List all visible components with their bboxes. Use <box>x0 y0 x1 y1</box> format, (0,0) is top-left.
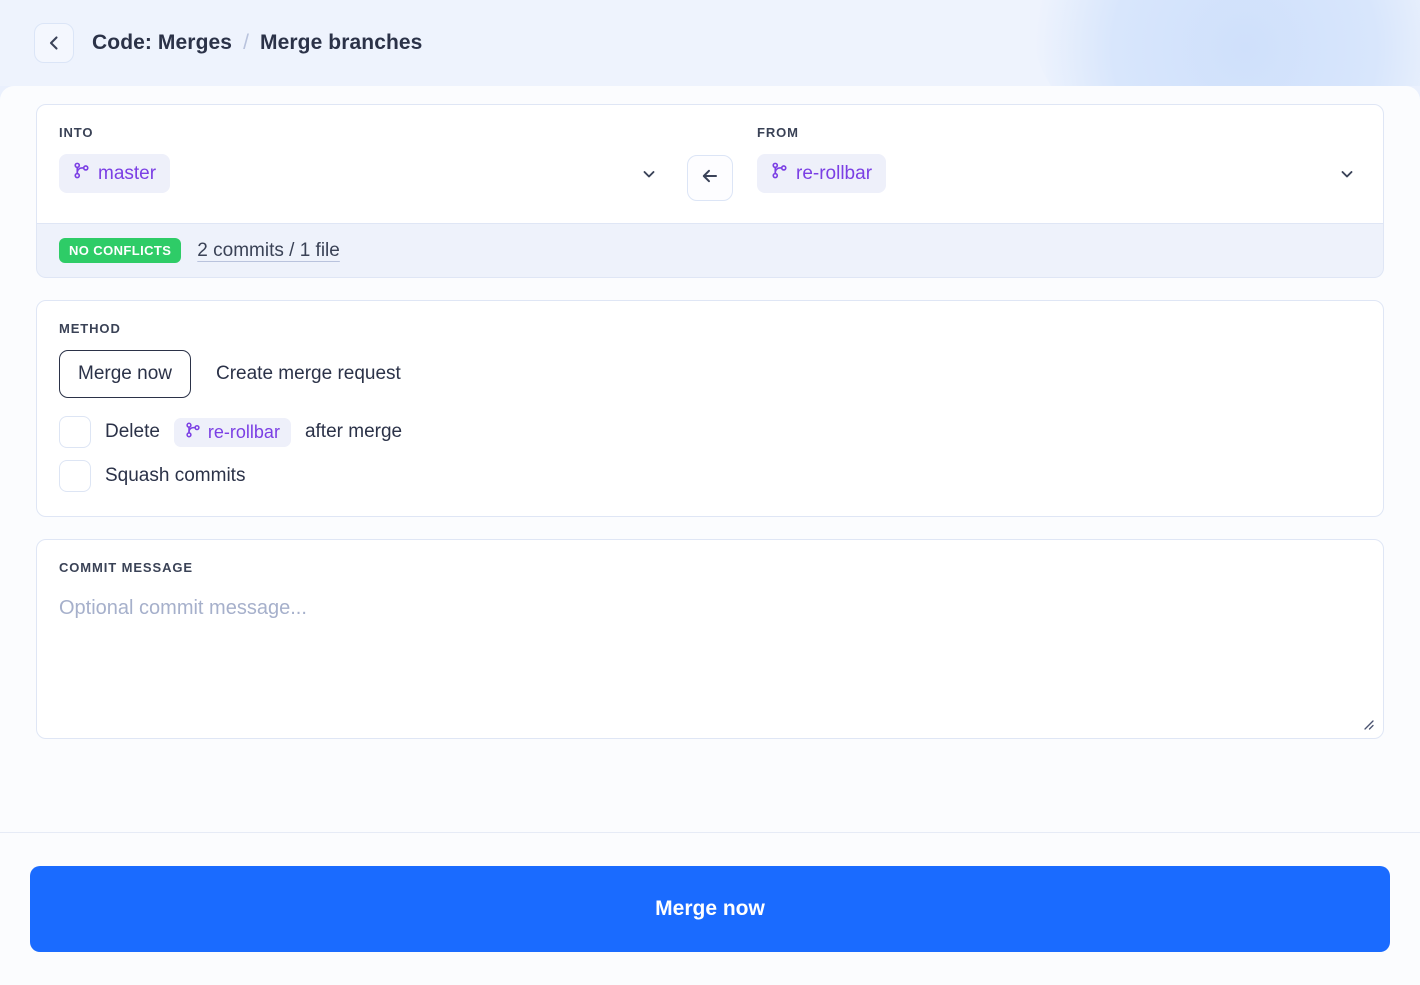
conflict-status-bar: NO CONFLICTS 2 commits / 1 file <box>36 224 1384 278</box>
squash-commits-row: Squash commits <box>59 460 1361 492</box>
delete-branch-chip: re-rollbar <box>173 417 291 447</box>
delete-branch-suffix: after merge <box>304 421 403 442</box>
page-header: Code: Merges / Merge branches <box>0 0 1420 86</box>
status-badge: NO CONFLICTS <box>59 238 182 263</box>
into-branch-name: master <box>98 162 157 184</box>
git-branch-icon <box>185 422 201 443</box>
breadcrumb-separator: / <box>243 31 249 54</box>
into-label: INTO <box>59 125 94 140</box>
chevron-down-icon[interactable] <box>1337 164 1357 184</box>
method-segmented-control: Merge now Create merge request <box>59 350 1361 398</box>
breadcrumb-root[interactable]: Code: Merges <box>92 31 232 55</box>
squash-commits-checkbox[interactable] <box>59 460 91 492</box>
into-branch-select[interactable]: master <box>59 154 663 193</box>
git-branch-icon <box>73 162 90 185</box>
delete-branch-row: Delete re-rollbar after merge <box>59 416 1361 448</box>
method-panel: METHOD Merge now Create merge request De… <box>36 300 1384 517</box>
merge-branches-screen: Code: Merges / Merge branches INTO maste… <box>0 0 1420 985</box>
squash-commits-label: Squash commits <box>105 465 246 486</box>
merge-now-button[interactable]: Merge now <box>30 866 1390 952</box>
commit-message-panel: COMMIT MESSAGE Optional commit message..… <box>36 539 1384 739</box>
from-branch-select[interactable]: re-rollbar <box>757 154 1361 193</box>
into-branch-field: INTO master <box>59 125 663 193</box>
footer-actions: Merge now <box>0 833 1420 985</box>
method-option-create-merge-request[interactable]: Create merge request <box>197 350 420 398</box>
from-branch-chip[interactable]: re-rollbar <box>757 154 887 193</box>
branch-selection-panel: INTO master FROM re-rollbar <box>36 104 1384 224</box>
arrow-left-icon <box>699 165 721 192</box>
delete-branch-prefix: Delete <box>105 421 160 442</box>
chevron-left-icon <box>45 34 63 52</box>
from-label: FROM <box>757 125 799 140</box>
back-button[interactable] <box>34 23 74 63</box>
git-branch-icon <box>771 162 788 185</box>
content-sheet: INTO master FROM re-rollbar NO CONFLICTS… <box>0 86 1420 985</box>
method-option-merge-now[interactable]: Merge now <box>59 350 191 398</box>
resize-handle-icon[interactable] <box>1358 714 1374 730</box>
swap-branches-container <box>663 125 757 201</box>
into-branch-chip[interactable]: master <box>59 154 171 193</box>
method-label: METHOD <box>59 321 121 336</box>
swap-branches-button[interactable] <box>687 155 733 201</box>
from-branch-name: re-rollbar <box>796 162 873 184</box>
content-area: INTO master FROM re-rollbar NO CONFLICTS… <box>0 86 1420 832</box>
from-branch-field: FROM re-rollbar <box>757 125 1361 193</box>
delete-branch-checkbox[interactable] <box>59 416 91 448</box>
commits-files-link[interactable]: 2 commits / 1 file <box>197 240 340 262</box>
commit-message-input[interactable]: Optional commit message... <box>59 597 1361 620</box>
commit-message-label: COMMIT MESSAGE <box>59 560 193 575</box>
page-title: Merge branches <box>260 31 423 54</box>
breadcrumb: Code: Merges / Merge branches <box>92 31 422 55</box>
chevron-down-icon[interactable] <box>639 164 659 184</box>
delete-branch-name: re-rollbar <box>207 421 280 442</box>
